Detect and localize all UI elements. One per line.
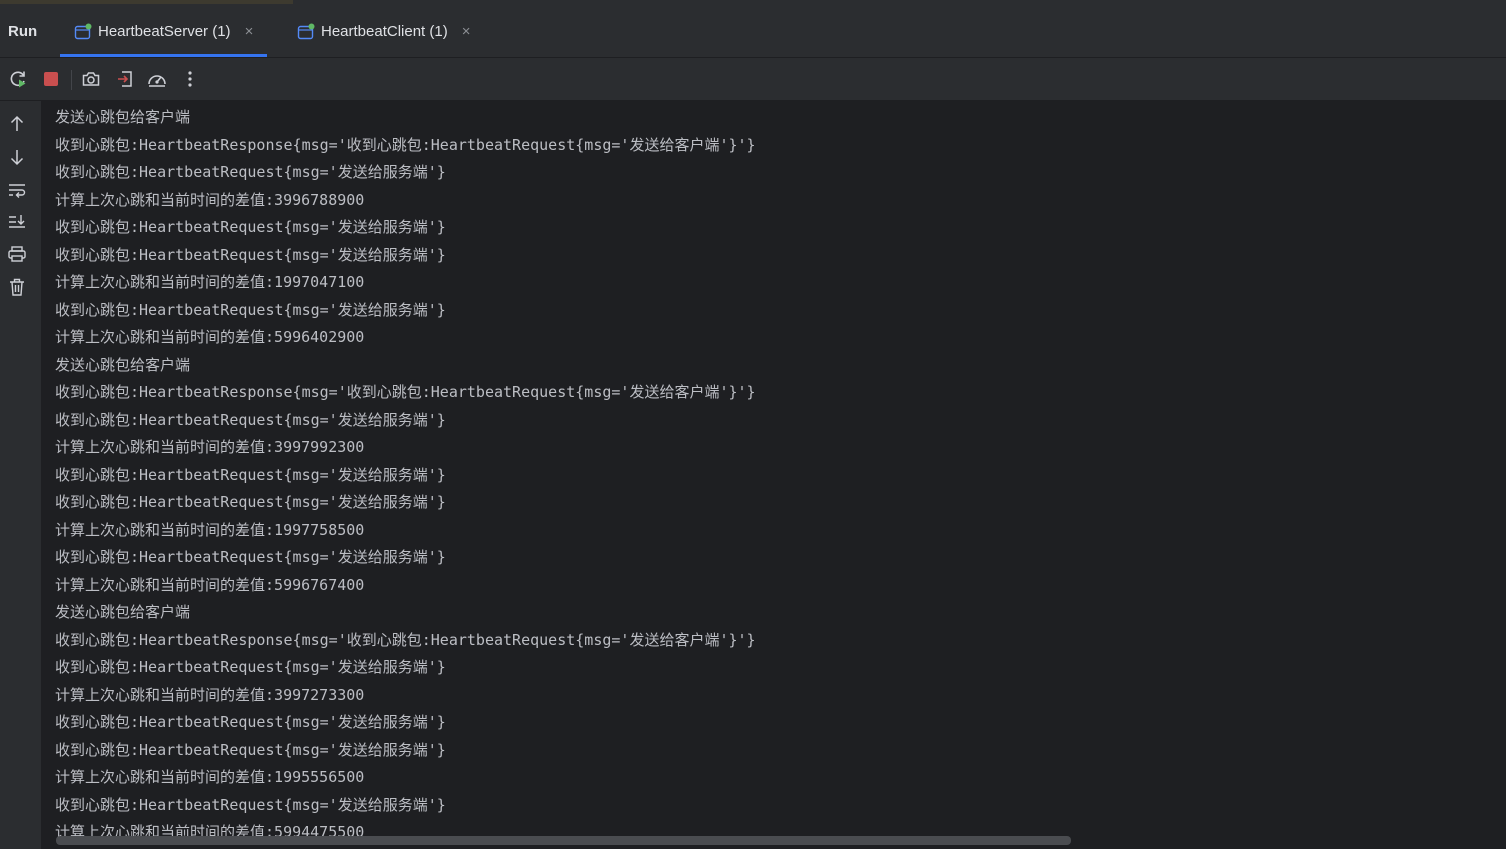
console-side-toolbar [0, 101, 42, 849]
console-line: 计算上次心跳和当前时间的差值:3996788900 [55, 190, 365, 209]
console-line: 收到心跳包:HeartbeatRequest{msg='发送给服务端'} [55, 658, 446, 676]
tab-heartbeat-server[interactable]: HeartbeatServer (1) × [60, 6, 268, 57]
run-tab-bar: Run HeartbeatServer (1) × HeartbeatClien… [0, 6, 1506, 58]
console-line: 收到心跳包:HeartbeatResponse{msg='收到心跳包:Heart… [55, 135, 756, 154]
run-config-icon [74, 23, 92, 41]
console-line: 收到心跳包:HeartbeatRequest{msg='发送给服务端'} [55, 493, 446, 511]
screenshot-icon[interactable] [80, 68, 102, 90]
toolbar-separator [71, 70, 72, 90]
console-line: 收到心跳包:HeartbeatRequest{msg='发送给服务端'} [55, 548, 446, 566]
console-output[interactable]: 发送心跳包给客户端收到心跳包:HeartbeatResponse{msg='收到… [42, 101, 1506, 849]
console-line: 发送心跳包给客户端 [55, 603, 191, 621]
console-line: 收到心跳包:HeartbeatRequest{msg='发送给服务端'} [55, 795, 446, 814]
console-line: 收到心跳包:HeartbeatRequest{msg='发送给服务端'} [55, 218, 446, 236]
console-line: 收到心跳包:HeartbeatResponse{msg='收到心跳包:Heart… [55, 630, 756, 649]
console-line: 收到心跳包:HeartbeatRequest{msg='发送给服务端'} [55, 465, 446, 484]
more-options-icon[interactable] [179, 68, 201, 90]
console-line: 计算上次心跳和当前时间的差值:1995556500 [55, 768, 365, 786]
console-line: 发送心跳包给客户端 [55, 108, 191, 126]
console-line: 收到心跳包:HeartbeatRequest{msg='发送给服务端'} [55, 163, 446, 181]
console-line: 收到心跳包:HeartbeatRequest{msg='发送给服务端'} [55, 740, 446, 759]
console-lines: 发送心跳包给客户端收到心跳包:HeartbeatResponse{msg='收到… [55, 104, 756, 847]
console-line: 收到心跳包:HeartbeatResponse{msg='收到心跳包:Heart… [55, 383, 756, 401]
scroll-up-icon[interactable] [6, 113, 28, 135]
console-line: 计算上次心跳和当前时间的差值:5996402900 [55, 328, 365, 346]
clear-all-icon[interactable] [6, 276, 28, 298]
top-strip-accent [0, 0, 293, 4]
console-line: 发送心跳包给客户端 [55, 355, 191, 374]
console-line: 计算上次心跳和当前时间的差值:3997273300 [55, 685, 365, 704]
print-icon[interactable] [6, 243, 28, 265]
tab-heartbeat-client[interactable]: HeartbeatClient (1) × [297, 6, 471, 57]
console-line: 收到心跳包:HeartbeatRequest{msg='发送给服务端'} [55, 245, 446, 264]
scroll-down-icon[interactable] [6, 146, 28, 168]
tab-label: HeartbeatServer (1) [98, 23, 231, 40]
run-tool-window-title: Run [8, 23, 38, 40]
restore-layout-icon[interactable] [114, 68, 136, 90]
console-line: 收到心跳包:HeartbeatRequest{msg='发送给服务端'} [55, 410, 446, 429]
console-line: 计算上次心跳和当前时间的差值:1997758500 [55, 520, 365, 539]
performance-icon[interactable] [146, 68, 168, 90]
console-line: 计算上次心跳和当前时间的差值:1997047100 [55, 273, 365, 291]
close-tab-icon[interactable]: × [245, 23, 254, 40]
run-toolbar [0, 58, 1506, 100]
scroll-to-end-icon[interactable] [6, 211, 28, 233]
stop-icon[interactable] [40, 68, 62, 90]
horizontal-scrollbar[interactable] [56, 836, 1071, 845]
close-tab-icon[interactable]: × [462, 23, 471, 40]
tab-label: HeartbeatClient (1) [321, 23, 448, 40]
console-line: 计算上次心跳和当前时间的差值:5996767400 [55, 575, 365, 594]
run-config-icon [297, 23, 315, 41]
console-line: 计算上次心跳和当前时间的差值:3997992300 [55, 438, 365, 456]
soft-wrap-icon[interactable] [6, 179, 28, 201]
console-line: 收到心跳包:HeartbeatRequest{msg='发送给服务端'} [55, 300, 446, 319]
rerun-icon[interactable] [7, 68, 29, 90]
console-line: 收到心跳包:HeartbeatRequest{msg='发送给服务端'} [55, 713, 446, 731]
